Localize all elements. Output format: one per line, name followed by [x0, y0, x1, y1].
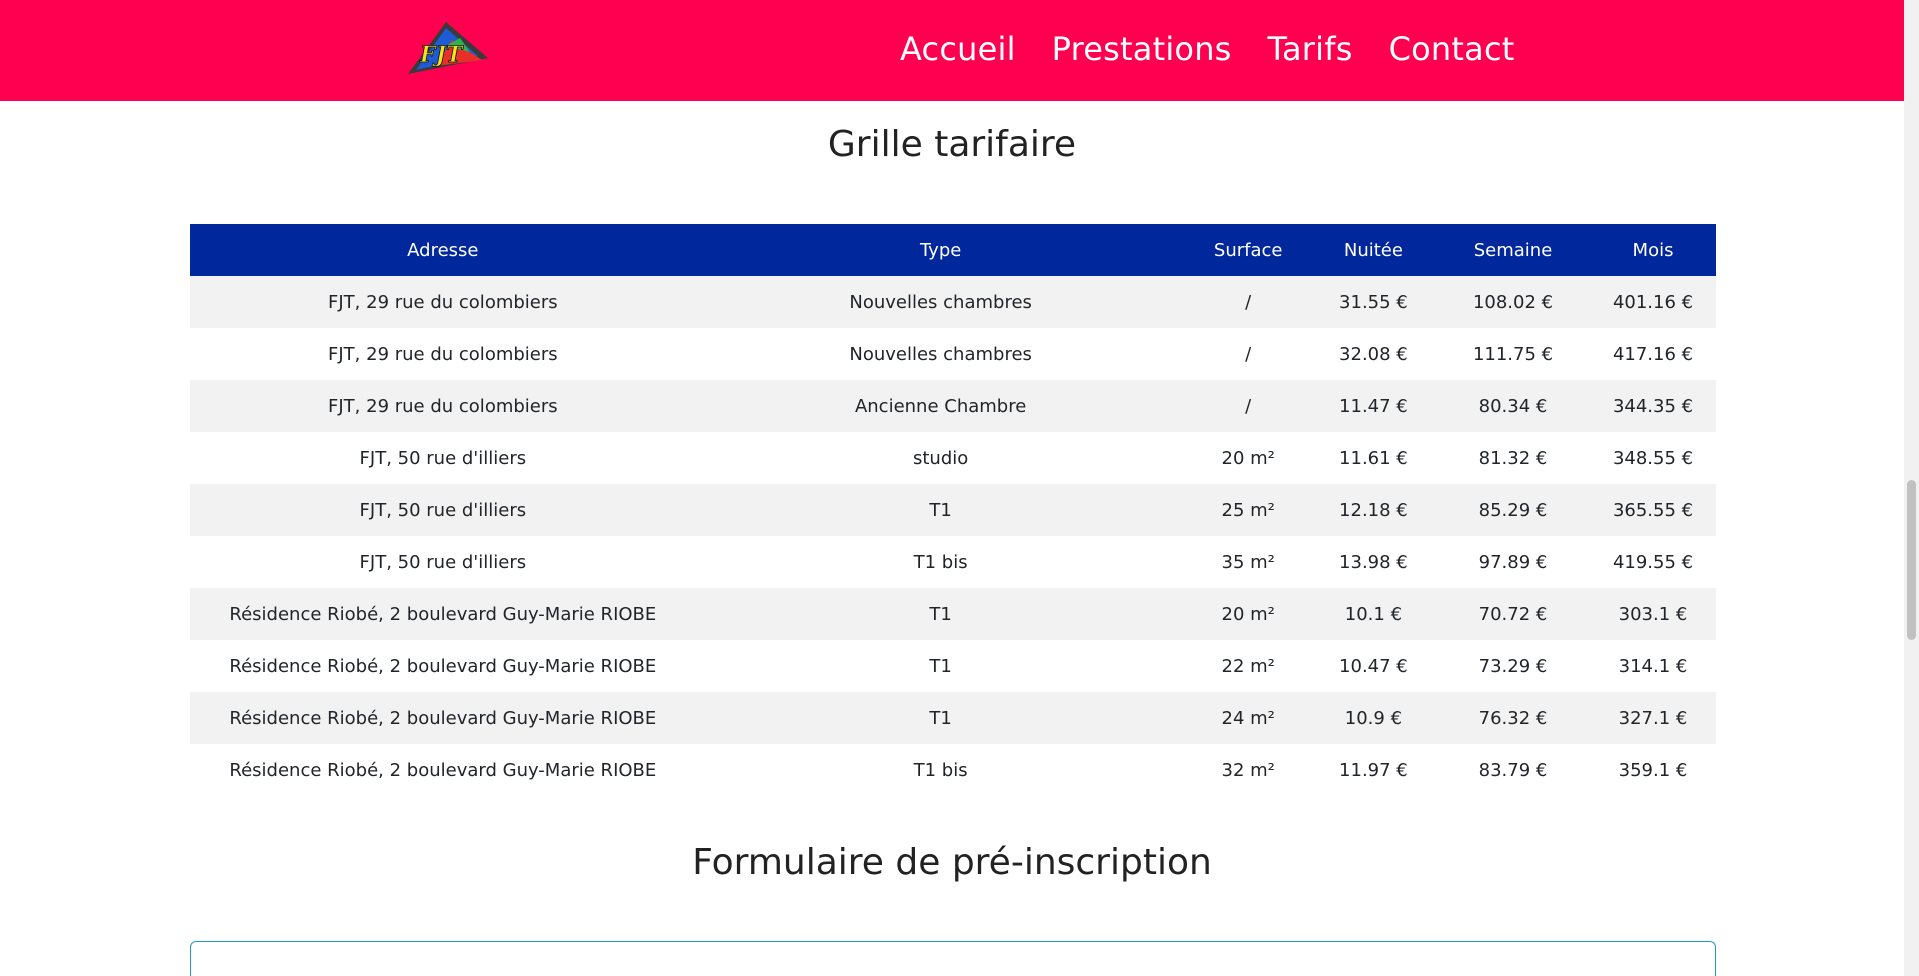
cell-surface: 22 m² [1185, 640, 1311, 692]
cell-type: Nouvelles chambres [695, 276, 1186, 328]
cell-nuitee: 32.08 € [1310, 328, 1437, 380]
table-row: Résidence Riobé, 2 boulevard Guy-Marie R… [190, 692, 1716, 744]
table-row: FJT, 50 rue d'illiers T1 bis 35 m² 13.98 €9… [190, 536, 1716, 588]
cell-semaine: 73.29 € [1436, 640, 1591, 692]
fjt-logo-icon: FJT [408, 22, 488, 74]
cell-adresse: FJT, 29 rue du colombiers [190, 380, 696, 432]
preinscription-form [190, 941, 1716, 976]
scrollbar-thumb[interactable] [1907, 480, 1916, 640]
cell-nuitee: 31.55 € [1310, 276, 1437, 328]
tarifs-title: Grille tarifaire [827, 124, 1077, 165]
cell-nuitee: 12.18 € [1310, 484, 1437, 536]
table-row: Résidence Riobé, 2 boulevard Guy-Marie R… [190, 588, 1716, 640]
cell-surface: / [1185, 328, 1311, 380]
tarif-table: Adresse Type Surface Nuitée Semaine Mois… [190, 224, 1716, 796]
cell-semaine: 80.34 € [1436, 380, 1591, 432]
nav-accueil[interactable]: Accueil [900, 28, 1016, 70]
cell-surface: 32 m² [1185, 744, 1311, 796]
cell-type: Ancienne Chambre [695, 380, 1186, 432]
cell-mois: 344.35 € [1590, 380, 1716, 432]
table-row: Résidence Riobé, 2 boulevard Guy-Marie R… [190, 744, 1716, 796]
nav-prestations[interactable]: Prestations [1052, 28, 1232, 70]
cell-type: T1 bis [695, 536, 1186, 588]
cell-adresse: Résidence Riobé, 2 boulevard Guy-Marie R… [190, 640, 696, 692]
cell-mois: 419.55 € [1590, 536, 1716, 588]
column-header-adresse: Adresse [190, 224, 696, 276]
cell-type: Nouvelles chambres [695, 328, 1186, 380]
home-logo-link[interactable]: FJT [406, 18, 490, 76]
page: FJT Accueil Prestations Tarifs Contact G… [0, 0, 1919, 976]
cell-surface: 20 m² [1185, 588, 1311, 640]
table-row: FJT, 29 rue du colombiers Nouvelles chamb… [190, 328, 1716, 380]
cell-semaine: 81.32 € [1436, 432, 1591, 484]
top-navbar: FJT Accueil Prestations Tarifs Contact [0, 0, 1904, 101]
nav-contact[interactable]: Contact [1389, 28, 1515, 70]
table-row: FJT, 50 rue d'illiers studio 20 m² 11.61 €8… [190, 432, 1716, 484]
cell-type: T1 [695, 692, 1186, 744]
column-header-mois: Mois [1590, 224, 1716, 276]
cell-adresse: FJT, 50 rue d'illiers [190, 432, 696, 484]
cell-adresse: FJT, 29 rue du colombiers [190, 328, 696, 380]
cell-type: T1 [695, 588, 1186, 640]
column-header-semaine: Semaine [1436, 224, 1591, 276]
table-row: Résidence Riobé, 2 boulevard Guy-Marie R… [190, 640, 1716, 692]
cell-mois: 314.1 € [1590, 640, 1716, 692]
cell-mois: 365.55 € [1590, 484, 1716, 536]
svg-text:FJT: FJT [419, 42, 464, 68]
column-header-type: Type [695, 224, 1186, 276]
cell-surface: 25 m² [1185, 484, 1311, 536]
cell-nuitee: 13.98 € [1310, 536, 1437, 588]
cell-mois: 348.55 € [1590, 432, 1716, 484]
cell-mois: 401.16 € [1590, 276, 1716, 328]
cell-surface: 24 m² [1185, 692, 1311, 744]
cell-surface: / [1185, 276, 1311, 328]
cell-nuitee: 11.47 € [1310, 380, 1437, 432]
cell-mois: 417.16 € [1590, 328, 1716, 380]
cell-adresse: Résidence Riobé, 2 boulevard Guy-Marie R… [190, 744, 696, 796]
table-row: FJT, 50 rue d'illiers T1 25 m² 12.18 €85.29… [190, 484, 1716, 536]
cell-semaine: 97.89 € [1436, 536, 1591, 588]
cell-surface: / [1185, 380, 1311, 432]
cell-mois: 359.1 € [1590, 744, 1716, 796]
column-header-surface: Surface [1185, 224, 1311, 276]
main-nav: Accueil Prestations Tarifs Contact [900, 28, 1515, 70]
form-title: Formulaire de pré-inscription [692, 842, 1212, 883]
cell-semaine: 111.75 € [1436, 328, 1591, 380]
cell-semaine: 108.02 € [1436, 276, 1591, 328]
table-row: FJT, 29 rue du colombiers Nouvelles chamb… [190, 276, 1716, 328]
cell-adresse: Résidence Riobé, 2 boulevard Guy-Marie R… [190, 692, 696, 744]
cell-nuitee: 11.61 € [1310, 432, 1437, 484]
cell-type: studio [695, 432, 1186, 484]
cell-nuitee: 11.97 € [1310, 744, 1437, 796]
cell-surface: 35 m² [1185, 536, 1311, 588]
cell-type: T1 bis [695, 744, 1186, 796]
table-row: FJT, 29 rue du colombiers Ancienne Chambr… [190, 380, 1716, 432]
cell-nuitee: 10.9 € [1310, 692, 1437, 744]
page-scrollbar[interactable] [1904, 0, 1919, 976]
cell-surface: 20 m² [1185, 432, 1311, 484]
cell-adresse: FJT, 50 rue d'illiers [190, 484, 696, 536]
tarif-table-header: Adresse Type Surface Nuitée Semaine Mois [190, 224, 1716, 276]
cell-semaine: 70.72 € [1436, 588, 1591, 640]
cell-nuitee: 10.47 € [1310, 640, 1437, 692]
column-header-nuitee: Nuitée [1310, 224, 1437, 276]
cell-semaine: 76.32 € [1436, 692, 1591, 744]
cell-adresse: FJT, 29 rue du colombiers [190, 276, 696, 328]
cell-type: T1 [695, 484, 1186, 536]
nav-tarifs[interactable]: Tarifs [1268, 28, 1353, 70]
cell-semaine: 85.29 € [1436, 484, 1591, 536]
tarif-table-body: FJT, 29 rue du colombiers Nouvelles chamb… [190, 276, 1716, 796]
cell-mois: 327.1 € [1590, 692, 1716, 744]
cell-semaine: 83.79 € [1436, 744, 1591, 796]
cell-adresse: Résidence Riobé, 2 boulevard Guy-Marie R… [190, 588, 696, 640]
cell-type: T1 [695, 640, 1186, 692]
table-header-row: Adresse Type Surface Nuitée Semaine Mois [190, 224, 1716, 276]
cell-nuitee: 10.1 € [1310, 588, 1437, 640]
cell-adresse: FJT, 50 rue d'illiers [190, 536, 696, 588]
cell-mois: 303.1 € [1590, 588, 1716, 640]
